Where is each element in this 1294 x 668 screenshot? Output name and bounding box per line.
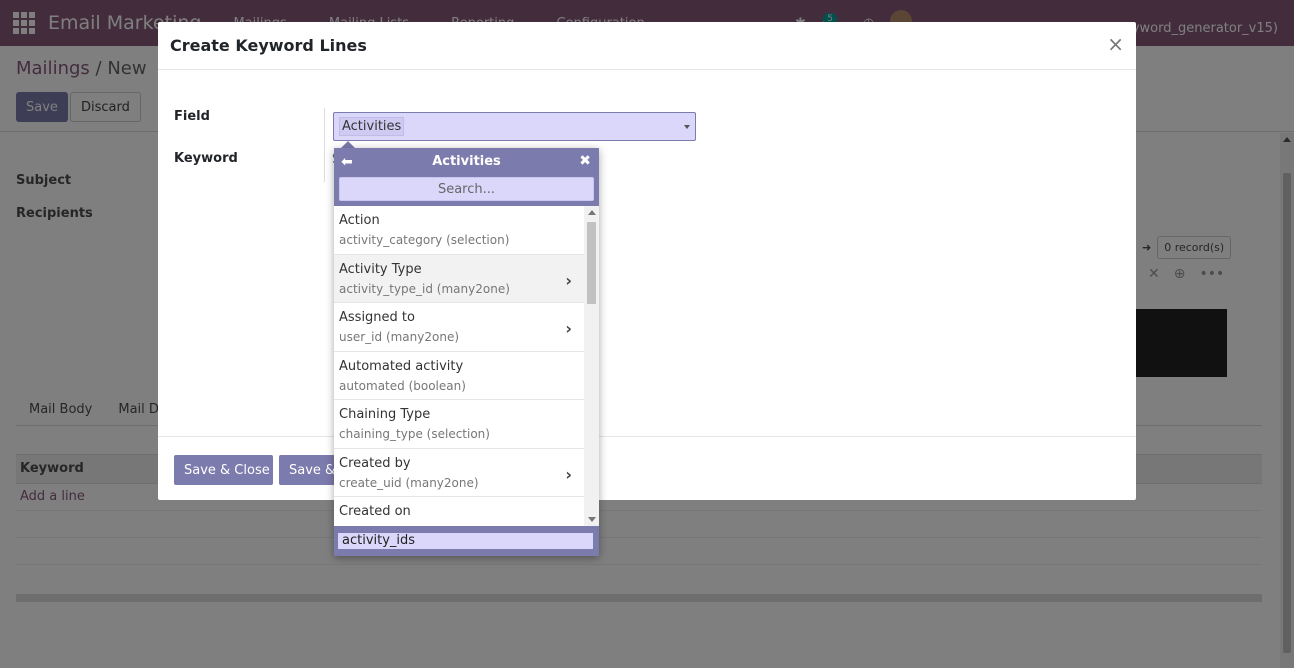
- modal-title: Create Keyword Lines: [170, 36, 367, 55]
- save-close-button[interactable]: Save & Close: [174, 455, 273, 485]
- list-item[interactable]: Action activity_category (selection): [334, 206, 584, 255]
- create-keyword-lines-dialog: Create Keyword Lines × Field Keyword Act…: [158, 22, 1136, 500]
- scroll-up-icon[interactable]: [588, 210, 596, 215]
- popover-title: Activities: [432, 154, 501, 169]
- list-item[interactable]: Chaining Type chaining_type (selection): [334, 400, 584, 449]
- field-search-input[interactable]: [339, 177, 594, 201]
- popover-header: Activities ⬅ ✖: [334, 148, 599, 206]
- close-icon[interactable]: ✖: [579, 153, 591, 169]
- chevron-right-icon[interactable]: ›: [565, 271, 572, 290]
- scroll-thumb[interactable]: [587, 222, 596, 304]
- list-item[interactable]: Activity Type activity_type_id (many2one…: [334, 254, 584, 303]
- list-item[interactable]: Assigned to user_id (many2one) ›: [334, 303, 584, 352]
- field-path-input[interactable]: activity_ids: [338, 533, 593, 549]
- list-item[interactable]: Created on: [334, 497, 584, 526]
- close-icon[interactable]: ×: [1107, 32, 1124, 56]
- field-list: Action activity_category (selection) Act…: [334, 206, 584, 526]
- keyword-label: Keyword: [174, 151, 238, 166]
- modal-footer: Save & Close Save & New: [158, 436, 1136, 500]
- chevron-right-icon[interactable]: ›: [565, 465, 572, 484]
- form-divider: [324, 108, 325, 182]
- arrow-left-icon[interactable]: ⬅: [341, 154, 353, 170]
- modal-header: Create Keyword Lines ×: [158, 22, 1136, 70]
- field-label: Field: [174, 109, 210, 124]
- field-selected-chip: Activities: [339, 117, 405, 136]
- popover-arrow: [341, 141, 355, 148]
- field-selector[interactable]: Activities: [333, 112, 696, 141]
- scroll-down-icon[interactable]: [588, 517, 596, 522]
- caret-down-icon: [684, 125, 690, 129]
- popover-footer: activity_ids: [334, 526, 599, 556]
- chevron-right-icon[interactable]: ›: [565, 319, 572, 338]
- field-list-scrollbar[interactable]: [584, 206, 599, 526]
- list-item[interactable]: Created by create_uid (many2one) ›: [334, 449, 584, 497]
- field-selector-popover: Activities ⬅ ✖ Action activity_category …: [334, 148, 599, 556]
- list-item[interactable]: Automated activity automated (boolean): [334, 352, 584, 400]
- save-new-button[interactable]: Save & New: [279, 455, 339, 485]
